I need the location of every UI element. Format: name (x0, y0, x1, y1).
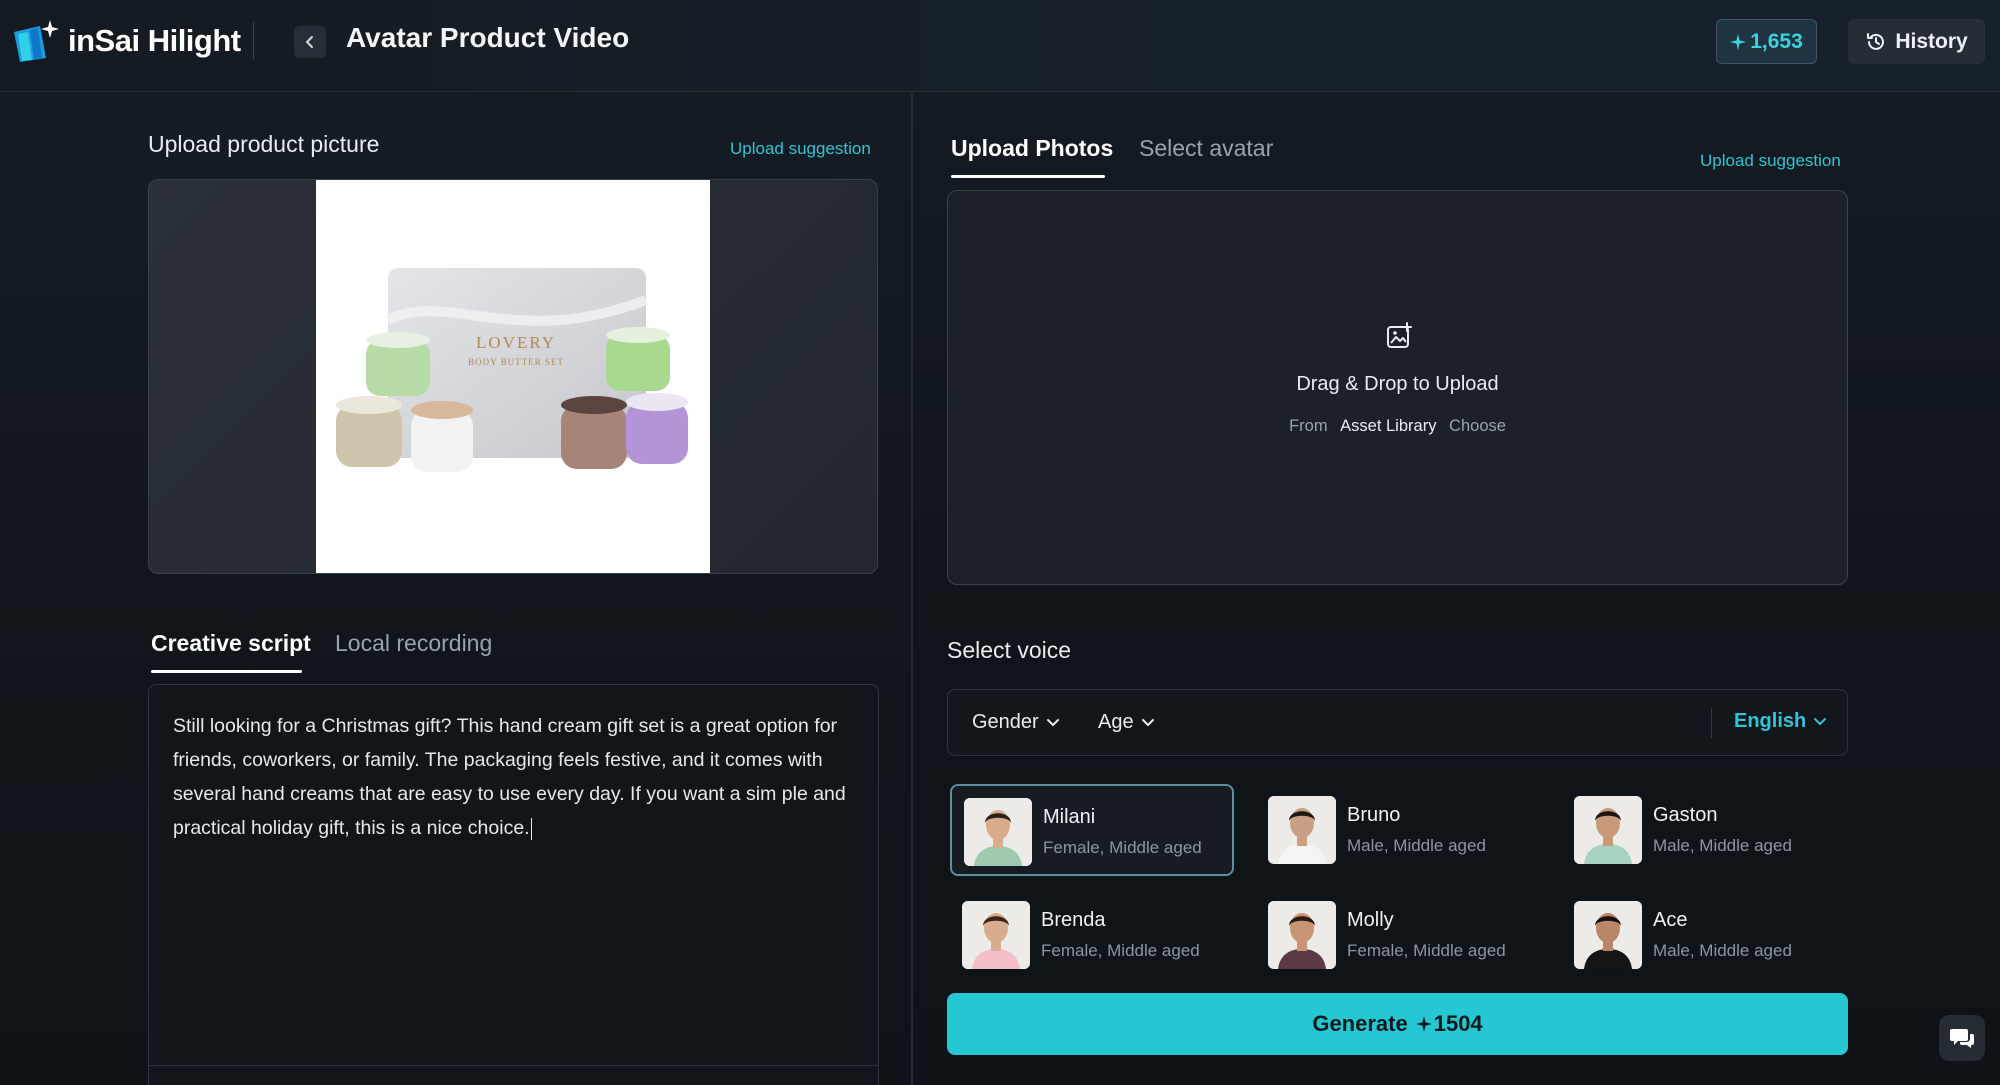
voice-filter-bar: Gender Age English (947, 689, 1848, 756)
history-label: History (1895, 29, 1968, 53)
avatar-portrait (962, 901, 1030, 969)
product-picture-dropzone[interactable]: LOVERY BODY BUTTER SET (148, 179, 878, 574)
upload-product-label: Upload product picture (148, 131, 380, 157)
tab-local-recording[interactable]: Local recording (335, 630, 492, 657)
history-icon (1867, 32, 1885, 50)
chat-support-button[interactable] (1939, 1015, 1985, 1061)
choose-file-link[interactable]: Choose (1449, 417, 1506, 435)
filter-divider (1711, 708, 1712, 738)
chevron-down-icon (1141, 718, 1154, 726)
upload-from-label: From (1289, 417, 1328, 435)
tab-select-avatar[interactable]: Select avatar (1139, 135, 1273, 162)
credits-button[interactable]: 1,653 (1716, 19, 1817, 64)
header-divider (253, 22, 254, 60)
avatar (1268, 901, 1336, 969)
tab-creative-script-underline (151, 670, 302, 673)
generate-button[interactable]: Generate 1504 (947, 993, 1848, 1055)
chevron-left-icon (306, 36, 313, 48)
age-filter-label: Age (1098, 711, 1134, 733)
app-name: inSai Hilight (68, 23, 241, 58)
photo-dropzone[interactable]: Drag & Drop to Upload From Asset Library… (947, 190, 1848, 585)
voice-card[interactable]: Brenda Female, Middle aged (950, 889, 1234, 981)
avatar (1574, 901, 1642, 969)
avatar (964, 798, 1032, 866)
app-header: inSai Hilight Avatar Product Video 1,653… (0, 0, 2000, 92)
avatar (962, 901, 1030, 969)
history-button[interactable]: History (1848, 19, 1985, 64)
gender-filter-label: Gender (972, 711, 1039, 733)
product-brand-text: LOVERY (476, 333, 556, 352)
voice-name: Milani (1043, 806, 1096, 828)
voice-name: Bruno (1347, 804, 1401, 826)
voice-card[interactable]: Gaston Male, Middle aged (1562, 784, 1846, 876)
avatar-portrait (1268, 901, 1336, 969)
app-logo[interactable]: inSai Hilight (10, 18, 241, 64)
voice-name: Ace (1653, 909, 1688, 931)
avatar (1574, 796, 1642, 864)
avatar-portrait (964, 798, 1032, 866)
sparkle-icon (1415, 1016, 1432, 1032)
page-title: Avatar Product Video (346, 22, 630, 53)
upload-title: Drag & Drop to Upload (1296, 373, 1499, 395)
generate-label: Generate (1312, 1011, 1408, 1036)
avatar-portrait (1574, 901, 1642, 969)
voice-name: Gaston (1653, 804, 1718, 826)
voice-description: Male, Middle aged (1653, 941, 1792, 960)
tab-upload-photos[interactable]: Upload Photos (951, 135, 1113, 162)
chat-icon (1950, 1029, 1974, 1048)
sparkle-icon (1730, 33, 1747, 50)
age-filter-dropdown[interactable]: Age (1098, 711, 1156, 734)
avatar-portrait (1268, 796, 1336, 864)
voice-description: Female, Middle aged (1347, 941, 1506, 960)
back-button[interactable] (294, 26, 326, 58)
language-dropdown[interactable]: English (1734, 710, 1828, 733)
script-footer-divider (149, 1065, 878, 1066)
upload-suggestion-link-right[interactable]: Upload suggestion (1700, 151, 1841, 171)
gender-filter-dropdown[interactable]: Gender (972, 711, 1061, 734)
voice-name: Molly (1347, 909, 1394, 931)
voice-description: Female, Middle aged (1041, 941, 1200, 960)
avatar-portrait (1574, 796, 1642, 864)
chevron-down-icon (1814, 717, 1827, 725)
product-illustration: LOVERY BODY BUTTER SET (336, 268, 688, 472)
script-text: Still looking for a Christmas gift? This… (173, 715, 846, 839)
select-voice-label: Select voice (947, 637, 1072, 663)
script-editor[interactable]: Still looking for a Christmas gift? This… (148, 684, 879, 1085)
voice-description: Male, Middle aged (1653, 836, 1792, 855)
tab-upload-photos-underline (951, 175, 1105, 178)
language-label: English (1734, 710, 1807, 732)
upload-suggestion-link-left[interactable]: Upload suggestion (730, 139, 871, 159)
voice-card[interactable]: Molly Female, Middle aged (1256, 889, 1540, 981)
asset-library-link[interactable]: Asset Library (1340, 417, 1436, 435)
voice-name: Brenda (1041, 909, 1106, 931)
product-image: LOVERY BODY BUTTER SET (316, 180, 710, 573)
script-textarea[interactable]: Still looking for a Christmas gift? This… (173, 709, 857, 845)
credits-count: 1,653 (1750, 29, 1803, 53)
image-upload-icon (1387, 322, 1412, 348)
product-subtitle-text: BODY BUTTER SET (468, 357, 564, 367)
upload-source-row: From Asset Library Choose (948, 417, 1847, 436)
chevron-down-icon (1046, 718, 1059, 726)
logo-icon (14, 20, 59, 62)
avatar (1268, 796, 1336, 864)
voice-description: Male, Middle aged (1347, 836, 1486, 855)
text-caret (530, 817, 532, 840)
tab-creative-script[interactable]: Creative script (151, 630, 311, 657)
voice-card[interactable]: Bruno Male, Middle aged (1256, 784, 1540, 876)
voice-card[interactable]: Ace Male, Middle aged (1562, 889, 1846, 981)
voice-card[interactable]: Milani Female, Middle aged (950, 784, 1234, 876)
generate-cost: 1504 (1433, 1011, 1483, 1036)
voice-description: Female, Middle aged (1043, 838, 1202, 857)
